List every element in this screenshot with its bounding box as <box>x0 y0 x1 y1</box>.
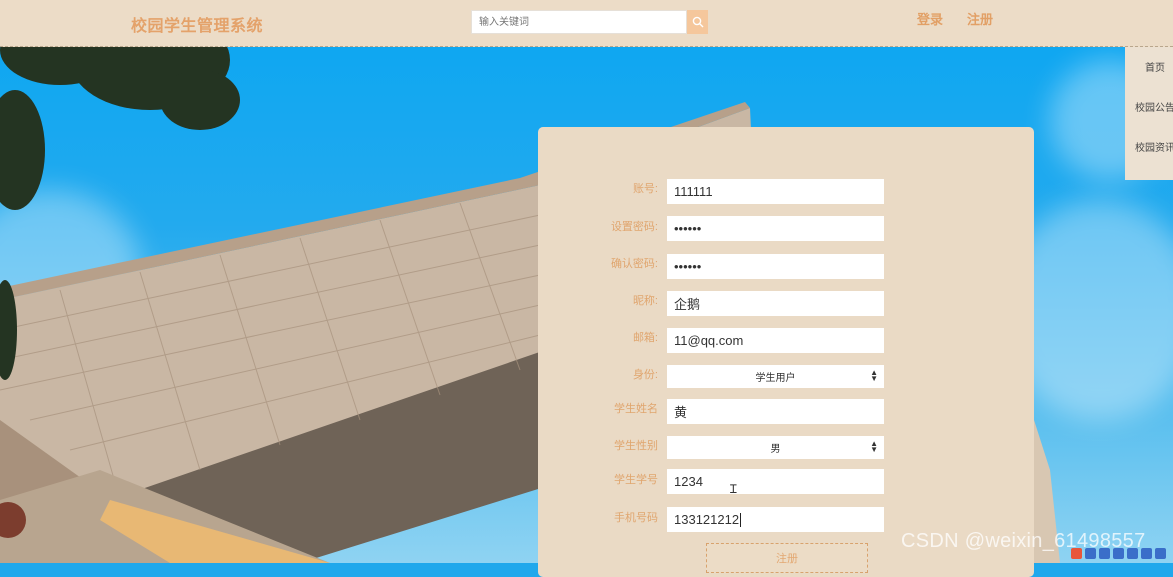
gender-select-value: 男 <box>770 444 781 455</box>
confirm-password-label: 确认密码: <box>610 258 658 270</box>
student-gender-label: 学生性别 <box>614 440 658 452</box>
ime-icon[interactable] <box>1071 548 1082 559</box>
tray-icon[interactable] <box>1141 548 1152 559</box>
student-gender-select[interactable]: 男 ▲ ▼ <box>667 436 884 459</box>
confirm-password-input[interactable]: •••••• <box>667 254 884 279</box>
phone-input[interactable]: 133121212 <box>667 507 884 532</box>
tray-icon[interactable] <box>1085 548 1096 559</box>
tray-icon[interactable] <box>1127 548 1138 559</box>
email-label: 邮箱: <box>632 332 658 344</box>
register-submit-button[interactable]: 注册 <box>706 543 868 573</box>
role-select[interactable]: 学生用户 ▲ ▼ <box>667 365 884 388</box>
text-caret <box>740 512 742 527</box>
search-icon <box>692 16 703 28</box>
search-input[interactable] <box>471 10 687 34</box>
account-label: 账号: <box>632 183 658 195</box>
site-title[interactable]: 校园学生管理系统 <box>131 12 263 36</box>
email-input[interactable]: 11@qq.com <box>667 328 884 353</box>
updown-arrow-icon: ▲ ▼ <box>870 439 878 454</box>
nickname-label: 昵称: <box>632 295 658 307</box>
side-menu: 首页 校园公告 校园资讯 <box>1125 47 1173 180</box>
side-menu-notices[interactable]: 校园公告 <box>1135 99 1173 114</box>
system-tray <box>1071 548 1173 563</box>
phone-label: 手机号码 <box>614 512 658 524</box>
role-select-value: 学生用户 <box>755 373 796 384</box>
tray-icon[interactable] <box>1099 548 1110 559</box>
search-button[interactable] <box>687 10 708 34</box>
top-header: 校园学生管理系统 登录 注册 <box>0 0 1173 47</box>
password-label: 设置密码: <box>610 221 658 233</box>
student-name-input[interactable]: 黄 <box>667 399 884 424</box>
tray-icon[interactable] <box>1113 548 1124 559</box>
updown-arrow-icon: ▲ ▼ <box>870 368 878 383</box>
phone-value: 133121212 <box>674 512 740 527</box>
side-menu-news[interactable]: 校园资讯 <box>1135 139 1173 154</box>
password-input[interactable]: •••••• <box>667 216 884 241</box>
side-menu-home[interactable]: 首页 <box>1145 59 1165 74</box>
role-label: 身份: <box>632 369 658 381</box>
nickname-input[interactable]: 企鹅 <box>667 291 884 316</box>
student-id-input[interactable]: 1234 <box>667 469 884 494</box>
student-id-label: 学生学号 <box>614 474 658 486</box>
login-link[interactable]: 登录 <box>917 9 943 28</box>
ibeam-cursor-icon: Ɪ <box>730 482 737 496</box>
tray-icon[interactable] <box>1155 548 1166 559</box>
register-link[interactable]: 注册 <box>967 9 993 28</box>
account-input[interactable]: 111111 <box>667 179 884 204</box>
register-form-panel: 账号: 111111 设置密码: •••••• 确认密码: •••••• 昵称:… <box>538 127 1034 577</box>
student-name-label: 学生姓名 <box>614 403 658 415</box>
search-box <box>471 10 708 34</box>
